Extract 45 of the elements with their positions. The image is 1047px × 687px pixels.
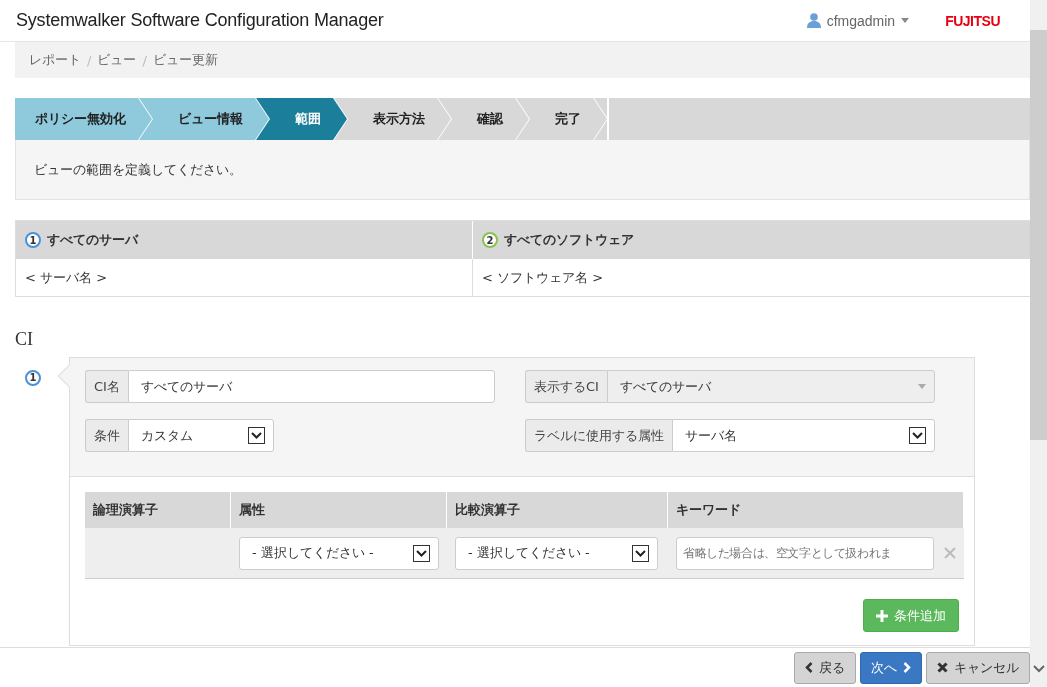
column-header: 論理演算子 [85,492,231,528]
column-title: すべてのサーバ [47,231,138,249]
caret-icon [901,18,910,23]
breadcrumb-item[interactable]: レポート [29,51,81,69]
column-title: すべてのソフトウェア [504,231,634,249]
user-menu[interactable]: cfmgadmin [806,12,910,29]
next-button[interactable]: 次へ [860,651,922,684]
app-title: Systemwalker Software Configuration Manager [16,10,385,31]
instruction-text: ビューの範囲を定義してください。 [15,140,1030,200]
breadcrumb-separator: / [87,52,92,68]
chevron-right-icon [903,662,911,673]
select-field[interactable]: - 選択してください - [239,536,439,570]
close-icon [937,662,948,673]
breadcrumb-separator: / [142,52,147,68]
table-cell-text: < ソフトウェア名 > [481,268,605,287]
breadcrumb-item: ビュー更新 [152,51,218,69]
select-field[interactable]: カスタム [128,419,274,452]
plus-icon [876,609,888,622]
column-header: キーワード [668,492,964,528]
back-button[interactable]: 戻る [794,651,856,684]
ci-name-input[interactable]: すべてのサーバ [127,370,495,403]
field-label: 表示するCI [525,370,607,403]
select-field[interactable]: サーバ名 [672,419,935,452]
number-badge: 1 [25,369,41,386]
column-header: 属性 [231,492,447,528]
scrollbar-thumb[interactable] [1030,30,1047,440]
breadcrumb-item[interactable]: ビュー [97,51,137,69]
section-heading: CI [15,329,34,350]
chevron-down-icon[interactable] [1032,665,1045,673]
wizard-step: ビュー情報 [138,98,269,140]
field-label: CI名 [85,370,128,403]
keyword-input[interactable]: 省略した場合は、空文字として扱われま [676,536,934,570]
number-badge: 2 [482,232,498,248]
caret-icon [918,384,926,389]
company-logo: FUJITSU [945,12,1000,29]
chevron-left-icon [805,662,813,673]
select-field[interactable]: - 選択してください - [455,536,658,570]
cancel-button[interactable]: キャンセル [926,651,1030,684]
field-label: 条件 [85,419,128,452]
field-label: ラベルに使用する属性 [525,419,672,452]
column-header: 比較演算子 [447,492,668,528]
number-badge: 1 [25,232,41,248]
close-icon[interactable] [944,547,956,559]
table-cell: < サーバ名 > [16,259,473,296]
user-icon [806,13,821,28]
